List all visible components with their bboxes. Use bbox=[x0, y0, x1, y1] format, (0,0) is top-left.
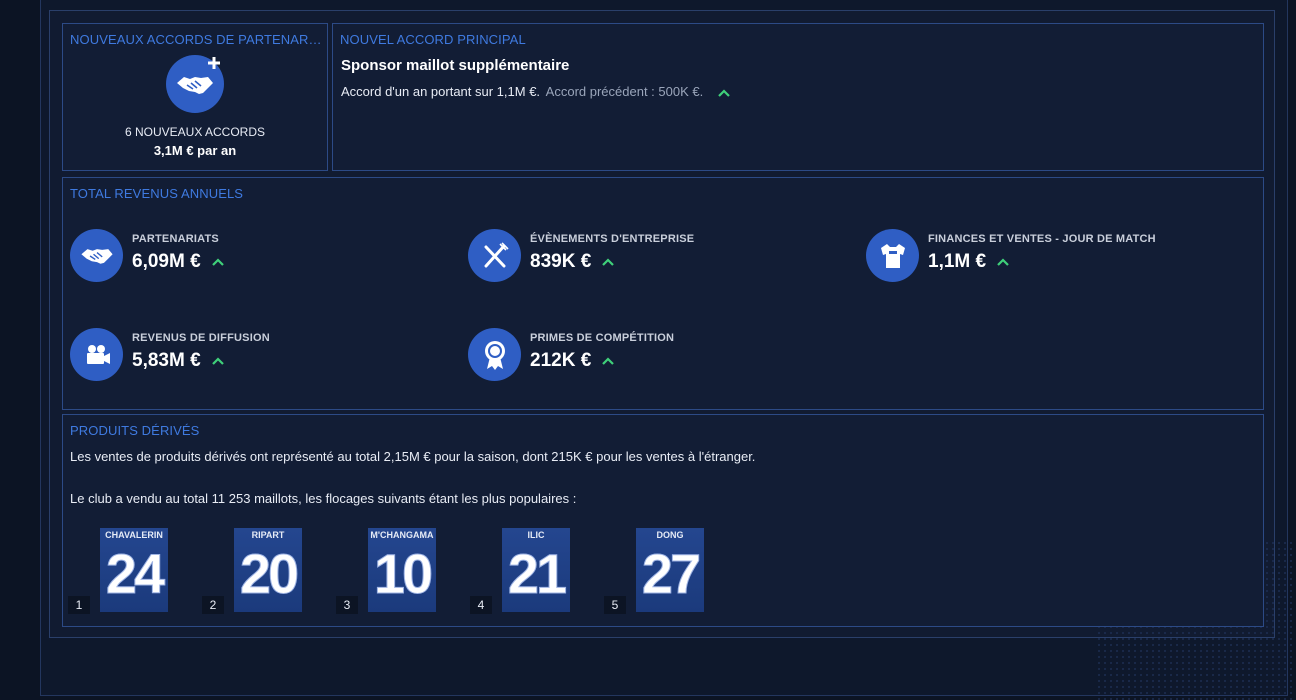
shirt-number: 24 bbox=[105, 542, 165, 605]
revenue-label-prize-money: PRIMES DE COMPÉTITION bbox=[530, 332, 675, 344]
revenue-label-partnerships: PARTENARIATS bbox=[132, 233, 219, 245]
shirt-card[interactable]: M'CHANGAMA 10 bbox=[368, 528, 436, 612]
shirt-rank: 4 bbox=[470, 596, 492, 614]
revenue-value-text: 212K € bbox=[530, 350, 592, 371]
handshake-icon bbox=[70, 229, 123, 282]
cutlery-icon bbox=[468, 229, 521, 282]
revenue-value-matchday: 1,1M € bbox=[928, 251, 1010, 273]
new-deals-panel: NOUVEAUX ACCORDS DE PARTENARI... 6 NOUVE… bbox=[62, 23, 328, 171]
revenue-label-broadcast: REVENUS DE DIFFUSION bbox=[132, 332, 270, 344]
shirt-player-name: M'CHANGAMA bbox=[370, 530, 434, 540]
up-arrow-icon bbox=[718, 89, 730, 97]
shirt-number: 21 bbox=[507, 542, 567, 605]
new-deals-title: NOUVEAUX ACCORDS DE PARTENARI... bbox=[70, 32, 322, 47]
shirt-player-name: CHAVALERIN bbox=[105, 530, 163, 540]
shirt-card[interactable]: DONG 27 bbox=[636, 528, 704, 612]
plus-icon bbox=[208, 57, 220, 69]
new-deals-amount: 3,1M € par an bbox=[153, 143, 237, 158]
main-deal-title: NOUVEL ACCORD PRINCIPAL bbox=[340, 32, 526, 47]
revenue-value-partnerships: 6,09M € bbox=[132, 251, 225, 273]
shirt-player-name: ILIC bbox=[527, 530, 545, 540]
revenue-label-corporate-events: ÉVÈNEMENTS D'ENTREPRISE bbox=[530, 233, 695, 245]
merchandise-sales-text: Les ventes de produits dérivés ont repré… bbox=[70, 449, 756, 464]
camera-icon bbox=[70, 328, 123, 381]
shirt-player-name: DONG bbox=[656, 530, 684, 540]
ribbon-icon bbox=[468, 328, 521, 381]
up-arrow-icon bbox=[211, 258, 224, 266]
shirt-rank: 5 bbox=[604, 596, 626, 614]
shirt-number: 27 bbox=[641, 542, 701, 605]
main-deal-line: Accord d'un an portant sur 1,1M €. Accor… bbox=[341, 84, 731, 99]
main-deal-previous: Accord précédent : 500K €. bbox=[545, 84, 704, 99]
annual-revenue-title: TOTAL REVENUS ANNUELS bbox=[70, 186, 244, 201]
shirt-player-name: RIPART bbox=[251, 530, 285, 540]
shirt-icon bbox=[866, 229, 919, 282]
up-arrow-icon bbox=[602, 357, 615, 365]
shirt-card[interactable]: RIPART 20 bbox=[234, 528, 302, 612]
main-deal-headline: Sponsor maillot supplémentaire bbox=[341, 57, 570, 74]
up-arrow-icon bbox=[997, 258, 1009, 266]
shirt-card[interactable]: CHAVALERIN 24 bbox=[100, 528, 168, 612]
shirt-rank: 3 bbox=[336, 596, 358, 614]
main-deal-panel: NOUVEL ACCORD PRINCIPAL Sponsor maillot … bbox=[332, 23, 1264, 171]
up-arrow-icon bbox=[211, 357, 224, 365]
shirt-number: 20 bbox=[239, 542, 299, 605]
merchandise-title: PRODUITS DÉRIVÉS bbox=[70, 423, 200, 438]
revenue-value-corporate-events: 839K € bbox=[530, 251, 615, 273]
revenue-label-matchday: FINANCES ET VENTES - JOUR DE MATCH bbox=[928, 233, 1156, 245]
revenue-value-prize-money: 212K € bbox=[530, 350, 615, 372]
revenue-value-broadcast: 5,83M € bbox=[132, 350, 225, 372]
up-arrow-icon bbox=[602, 258, 615, 266]
merchandise-shirts-text: Le club a vendu au total 11 253 maillots… bbox=[70, 491, 577, 506]
shirt-number: 10 bbox=[373, 542, 433, 605]
shirt-card[interactable]: ILIC 21 bbox=[502, 528, 570, 612]
revenue-value-text: 5,83M € bbox=[132, 350, 201, 371]
revenue-value-text: 6,09M € bbox=[132, 251, 201, 272]
new-deals-count: 6 NOUVEAUX ACCORDS bbox=[124, 125, 266, 139]
annual-revenue-panel: TOTAL REVENUS ANNUELS PARTENARIATS 6,09M… bbox=[62, 177, 1264, 410]
shirt-rank: 1 bbox=[68, 596, 90, 614]
revenue-value-text: 839K € bbox=[530, 251, 592, 272]
main-deal-description: Accord d'un an portant sur 1,1M €. bbox=[341, 84, 541, 99]
shirt-rank: 2 bbox=[202, 596, 224, 614]
revenue-value-text: 1,1M € bbox=[928, 251, 987, 272]
